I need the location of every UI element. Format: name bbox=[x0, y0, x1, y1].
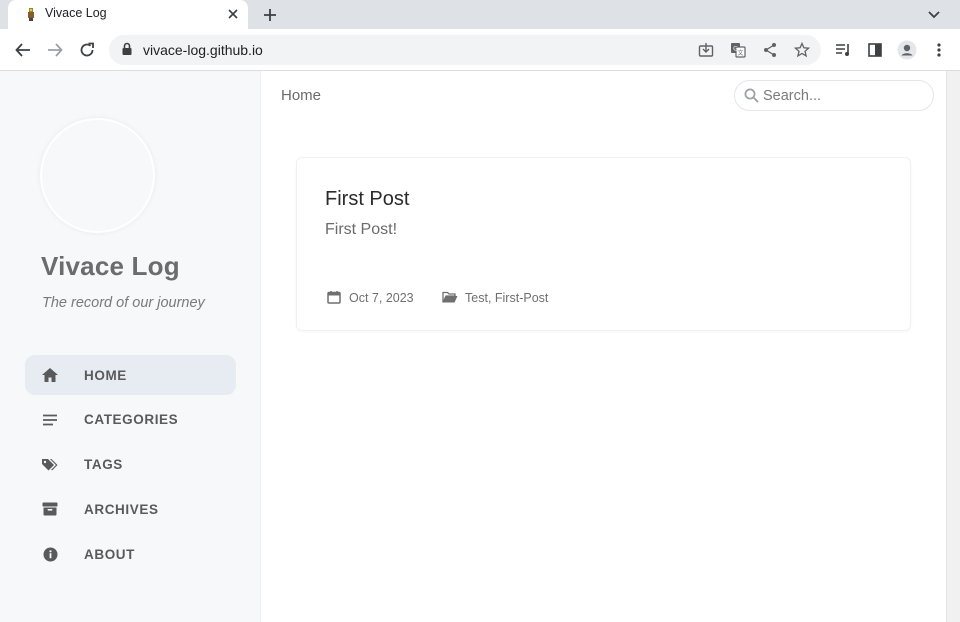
sidebar-item-label: ABOUT bbox=[84, 546, 135, 562]
list-icon bbox=[41, 411, 59, 429]
side-panel-icon[interactable] bbox=[864, 39, 886, 61]
home-icon bbox=[41, 366, 59, 384]
url-text[interactable]: vivace-log.github.io bbox=[143, 42, 263, 58]
sidebar-item-label: ARCHIVES bbox=[84, 501, 159, 517]
new-tab-icon[interactable] bbox=[260, 5, 280, 25]
category-link[interactable]: Test bbox=[465, 291, 488, 305]
reload-icon[interactable] bbox=[75, 38, 99, 62]
kebab-menu-icon[interactable] bbox=[928, 39, 950, 61]
profile-avatar-icon[interactable] bbox=[896, 39, 918, 61]
sidebar-item-categories[interactable]: CATEGORIES bbox=[25, 400, 236, 440]
avatar[interactable] bbox=[40, 118, 155, 233]
sidebar-item-tags[interactable]: TAGS bbox=[25, 445, 236, 485]
search-box[interactable] bbox=[734, 80, 934, 111]
sidebar-nav: HOME CATEGORIES TAGS ARCHIVES ABOUT bbox=[25, 355, 236, 579]
archive-icon bbox=[41, 500, 59, 518]
post-card[interactable]: First Post First Post! Oct 7, 2023 Test,… bbox=[296, 157, 911, 331]
post-excerpt: First Post! bbox=[325, 221, 398, 238]
tab-title: Vivace Log bbox=[45, 6, 107, 20]
site-subtitle: The record of our journey bbox=[42, 295, 205, 311]
sidebar-item-label: TAGS bbox=[84, 457, 123, 473]
post-categories: Test, First-Post bbox=[465, 291, 548, 305]
post-date: Oct 7, 2023 bbox=[349, 291, 414, 305]
favicon-icon bbox=[28, 8, 34, 21]
sidebar-item-label: HOME bbox=[84, 367, 127, 383]
sidebar-item-home[interactable]: HOME bbox=[25, 355, 236, 395]
install-app-icon[interactable] bbox=[696, 40, 716, 60]
sidebar-item-about[interactable]: ABOUT bbox=[25, 534, 236, 574]
address-bar[interactable]: vivace-log.github.io 文G bbox=[109, 35, 821, 65]
post-title[interactable]: First Post bbox=[325, 188, 409, 211]
bookmark-star-icon[interactable] bbox=[792, 40, 812, 60]
folder-open-icon bbox=[442, 291, 458, 303]
sidebar: Vivace Log The record of our journey HOM… bbox=[0, 71, 261, 622]
svg-text:文: 文 bbox=[737, 49, 743, 57]
browser-toolbar: vivace-log.github.io 文G bbox=[0, 29, 960, 71]
lock-icon[interactable] bbox=[121, 42, 133, 56]
breadcrumb: Home bbox=[281, 87, 322, 104]
translate-icon[interactable]: 文G bbox=[728, 40, 748, 60]
page-viewport: Vivace Log The record of our journey HOM… bbox=[0, 71, 946, 622]
reading-list-icon[interactable] bbox=[832, 39, 854, 61]
calendar-icon bbox=[327, 291, 341, 304]
search-icon bbox=[744, 88, 759, 103]
tags-icon bbox=[41, 456, 59, 474]
browser-tabstrip: Vivace Log bbox=[0, 0, 960, 29]
search-input[interactable] bbox=[763, 85, 923, 107]
share-icon[interactable] bbox=[760, 40, 780, 60]
category-link[interactable]: First-Post bbox=[495, 291, 548, 305]
sidebar-item-archives[interactable]: ARCHIVES bbox=[25, 489, 236, 529]
tab-close-icon[interactable] bbox=[224, 5, 242, 23]
site-title[interactable]: Vivace Log bbox=[41, 251, 180, 282]
info-icon bbox=[41, 545, 59, 563]
page-scrollbar[interactable] bbox=[946, 71, 960, 622]
svg-text:G: G bbox=[733, 46, 738, 53]
chevron-down-icon[interactable] bbox=[924, 5, 944, 25]
back-arrow-icon[interactable] bbox=[11, 38, 35, 62]
sidebar-item-label: CATEGORIES bbox=[84, 412, 179, 428]
category-separator: , bbox=[487, 291, 495, 305]
browser-tab[interactable]: Vivace Log bbox=[8, 0, 248, 29]
forward-arrow-icon[interactable] bbox=[43, 38, 67, 62]
